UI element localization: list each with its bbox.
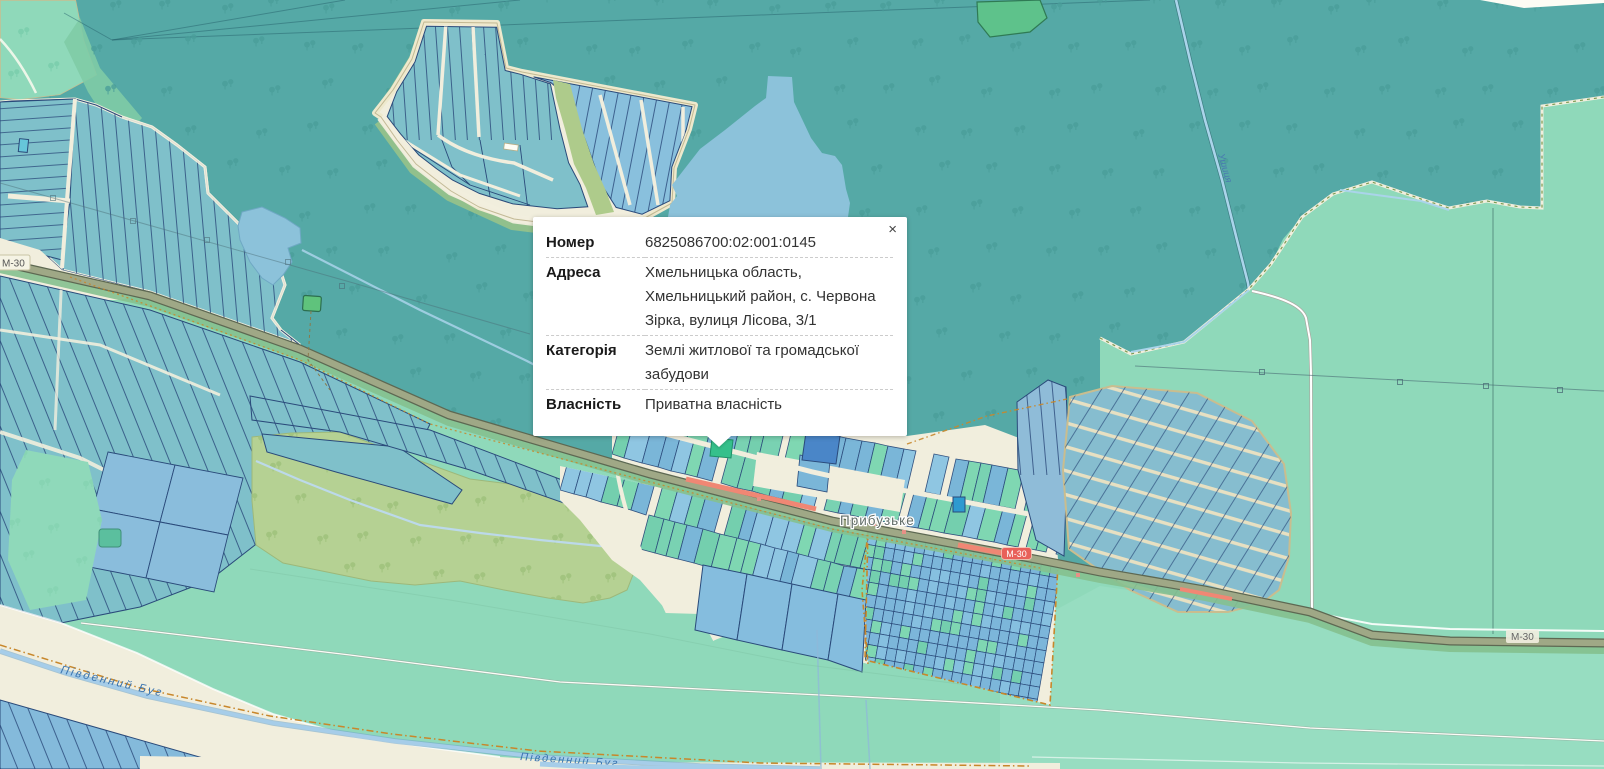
svg-text:М-30: М-30 <box>1006 549 1027 559</box>
svg-text:Прибузьке: Прибузьке <box>840 513 915 528</box>
svg-text:М-30: М-30 <box>2 259 25 270</box>
svg-text:M-30: M-30 <box>1511 632 1534 643</box>
